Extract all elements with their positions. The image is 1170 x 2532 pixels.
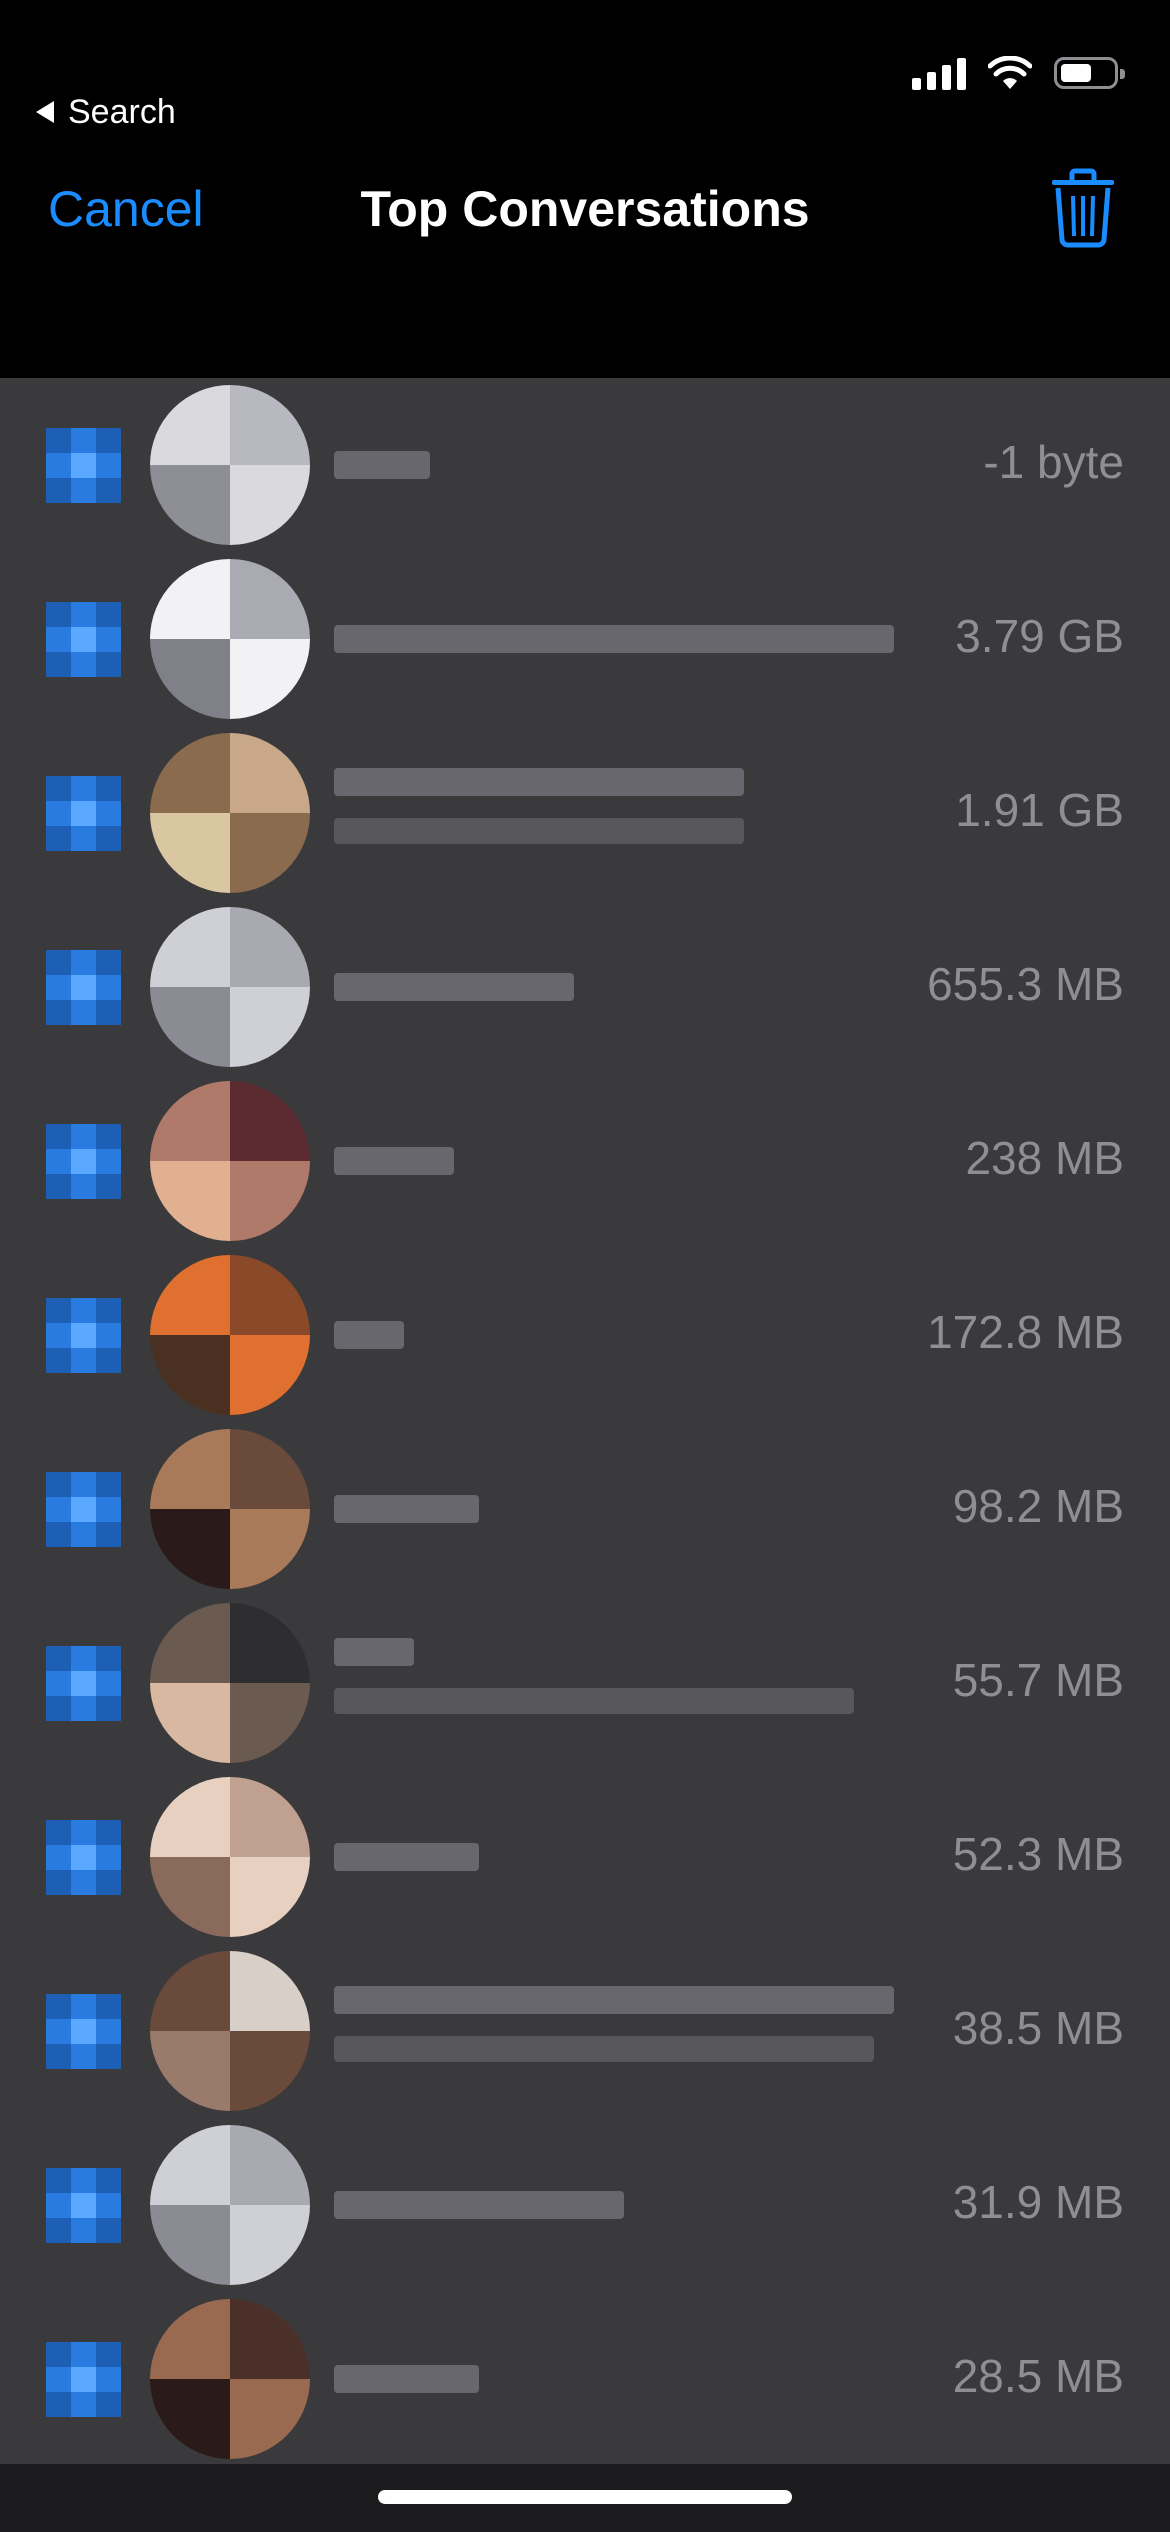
checkbox-checked-icon[interactable] bbox=[46, 2342, 121, 2417]
contact-name-redacted bbox=[334, 451, 430, 479]
contact-name-redacted bbox=[334, 973, 574, 1001]
conversation-row[interactable]: 31.9 MB bbox=[0, 2118, 1170, 2292]
conversation-row[interactable]: 655.3 MB bbox=[0, 900, 1170, 1074]
checkbox-checked-icon[interactable] bbox=[46, 776, 121, 851]
storage-size: 98.2 MB bbox=[952, 1480, 1124, 1532]
avatar bbox=[150, 1255, 310, 1415]
checkbox-checked-icon[interactable] bbox=[46, 1820, 121, 1895]
battery-icon bbox=[1054, 57, 1125, 89]
conversation-row[interactable]: 98.2 MB bbox=[0, 1422, 1170, 1596]
checkbox-checked-icon[interactable] bbox=[46, 950, 121, 1025]
checkbox-checked-icon[interactable] bbox=[46, 1298, 121, 1373]
contact-name-redacted bbox=[334, 1147, 454, 1175]
contact-name-redacted bbox=[334, 625, 894, 653]
storage-size: 3.79 GB bbox=[955, 610, 1124, 662]
wifi-icon bbox=[988, 56, 1032, 89]
storage-size: 172.8 MB bbox=[927, 1306, 1124, 1358]
conversation-row[interactable]: 3.79 GB bbox=[0, 552, 1170, 726]
conversation-row[interactable]: 238 MB bbox=[0, 1074, 1170, 1248]
contact-subtitle-redacted bbox=[334, 1688, 854, 1714]
conversation-row[interactable]: 55.7 MB bbox=[0, 1596, 1170, 1770]
avatar bbox=[150, 2125, 310, 2285]
contact-name-redacted bbox=[334, 1638, 414, 1666]
storage-size: 31.9 MB bbox=[952, 2176, 1124, 2228]
avatar bbox=[150, 559, 310, 719]
conversation-list: -1 byte 3.79 GB 1.91 GB 655.3 MB 238 MB 172.8… bbox=[0, 378, 1170, 2464]
avatar bbox=[150, 2299, 310, 2459]
avatar bbox=[150, 907, 310, 1067]
contact-name-redacted bbox=[334, 768, 744, 796]
contact-subtitle-redacted bbox=[334, 818, 744, 844]
conversation-row[interactable]: 38.5 MB bbox=[0, 1944, 1170, 2118]
contact-name-redacted bbox=[334, 1986, 894, 2014]
conversation-row[interactable]: 172.8 MB bbox=[0, 1248, 1170, 1422]
avatar bbox=[150, 385, 310, 545]
conversation-row[interactable]: 52.3 MB bbox=[0, 1770, 1170, 1944]
avatar bbox=[150, 1081, 310, 1241]
avatar bbox=[150, 1603, 310, 1763]
checkbox-checked-icon[interactable] bbox=[46, 1124, 121, 1199]
contact-name-redacted bbox=[334, 2191, 624, 2219]
storage-size: 28.5 MB bbox=[952, 2350, 1124, 2402]
storage-size: 1.91 GB bbox=[955, 784, 1124, 836]
checkbox-checked-icon[interactable] bbox=[46, 1994, 121, 2069]
avatar bbox=[150, 1429, 310, 1589]
avatar bbox=[150, 733, 310, 893]
home-indicator[interactable] bbox=[378, 2490, 792, 2504]
cellular-signal-icon bbox=[912, 56, 966, 90]
page-title: Top Conversations bbox=[360, 181, 810, 237]
checkbox-checked-icon[interactable] bbox=[46, 602, 121, 677]
back-to-app-button[interactable]: Search bbox=[36, 90, 176, 134]
storage-size: 238 MB bbox=[965, 1132, 1124, 1184]
status-icons bbox=[912, 56, 1125, 90]
conversation-row[interactable]: -1 byte bbox=[0, 378, 1170, 552]
checkbox-checked-icon[interactable] bbox=[46, 1472, 121, 1547]
avatar bbox=[150, 1951, 310, 2111]
contact-subtitle-redacted bbox=[334, 2036, 874, 2062]
storage-size: 52.3 MB bbox=[952, 1828, 1124, 1880]
storage-size: 38.5 MB bbox=[952, 2002, 1124, 2054]
navigation-bar: Cancel Top Conversations bbox=[0, 150, 1170, 378]
checkbox-checked-icon[interactable] bbox=[46, 1646, 121, 1721]
storage-size: 655.3 MB bbox=[927, 958, 1124, 1010]
storage-size: -1 byte bbox=[983, 436, 1124, 488]
back-app-label: Search bbox=[68, 92, 176, 131]
storage-size: 55.7 MB bbox=[952, 1654, 1124, 1706]
status-bar: Search bbox=[0, 0, 1170, 150]
contact-name-redacted bbox=[334, 1321, 404, 1349]
checkbox-checked-icon[interactable] bbox=[46, 428, 121, 503]
conversation-row[interactable]: 28.5 MB bbox=[0, 2292, 1170, 2466]
contact-name-redacted bbox=[334, 1843, 479, 1871]
avatar bbox=[150, 1777, 310, 1937]
contact-name-redacted bbox=[334, 1495, 479, 1523]
contact-name-redacted bbox=[334, 2365, 479, 2393]
back-arrow-icon bbox=[36, 101, 54, 123]
trash-icon[interactable] bbox=[1048, 168, 1118, 248]
conversation-row[interactable]: 1.91 GB bbox=[0, 726, 1170, 900]
checkbox-checked-icon[interactable] bbox=[46, 2168, 121, 2243]
